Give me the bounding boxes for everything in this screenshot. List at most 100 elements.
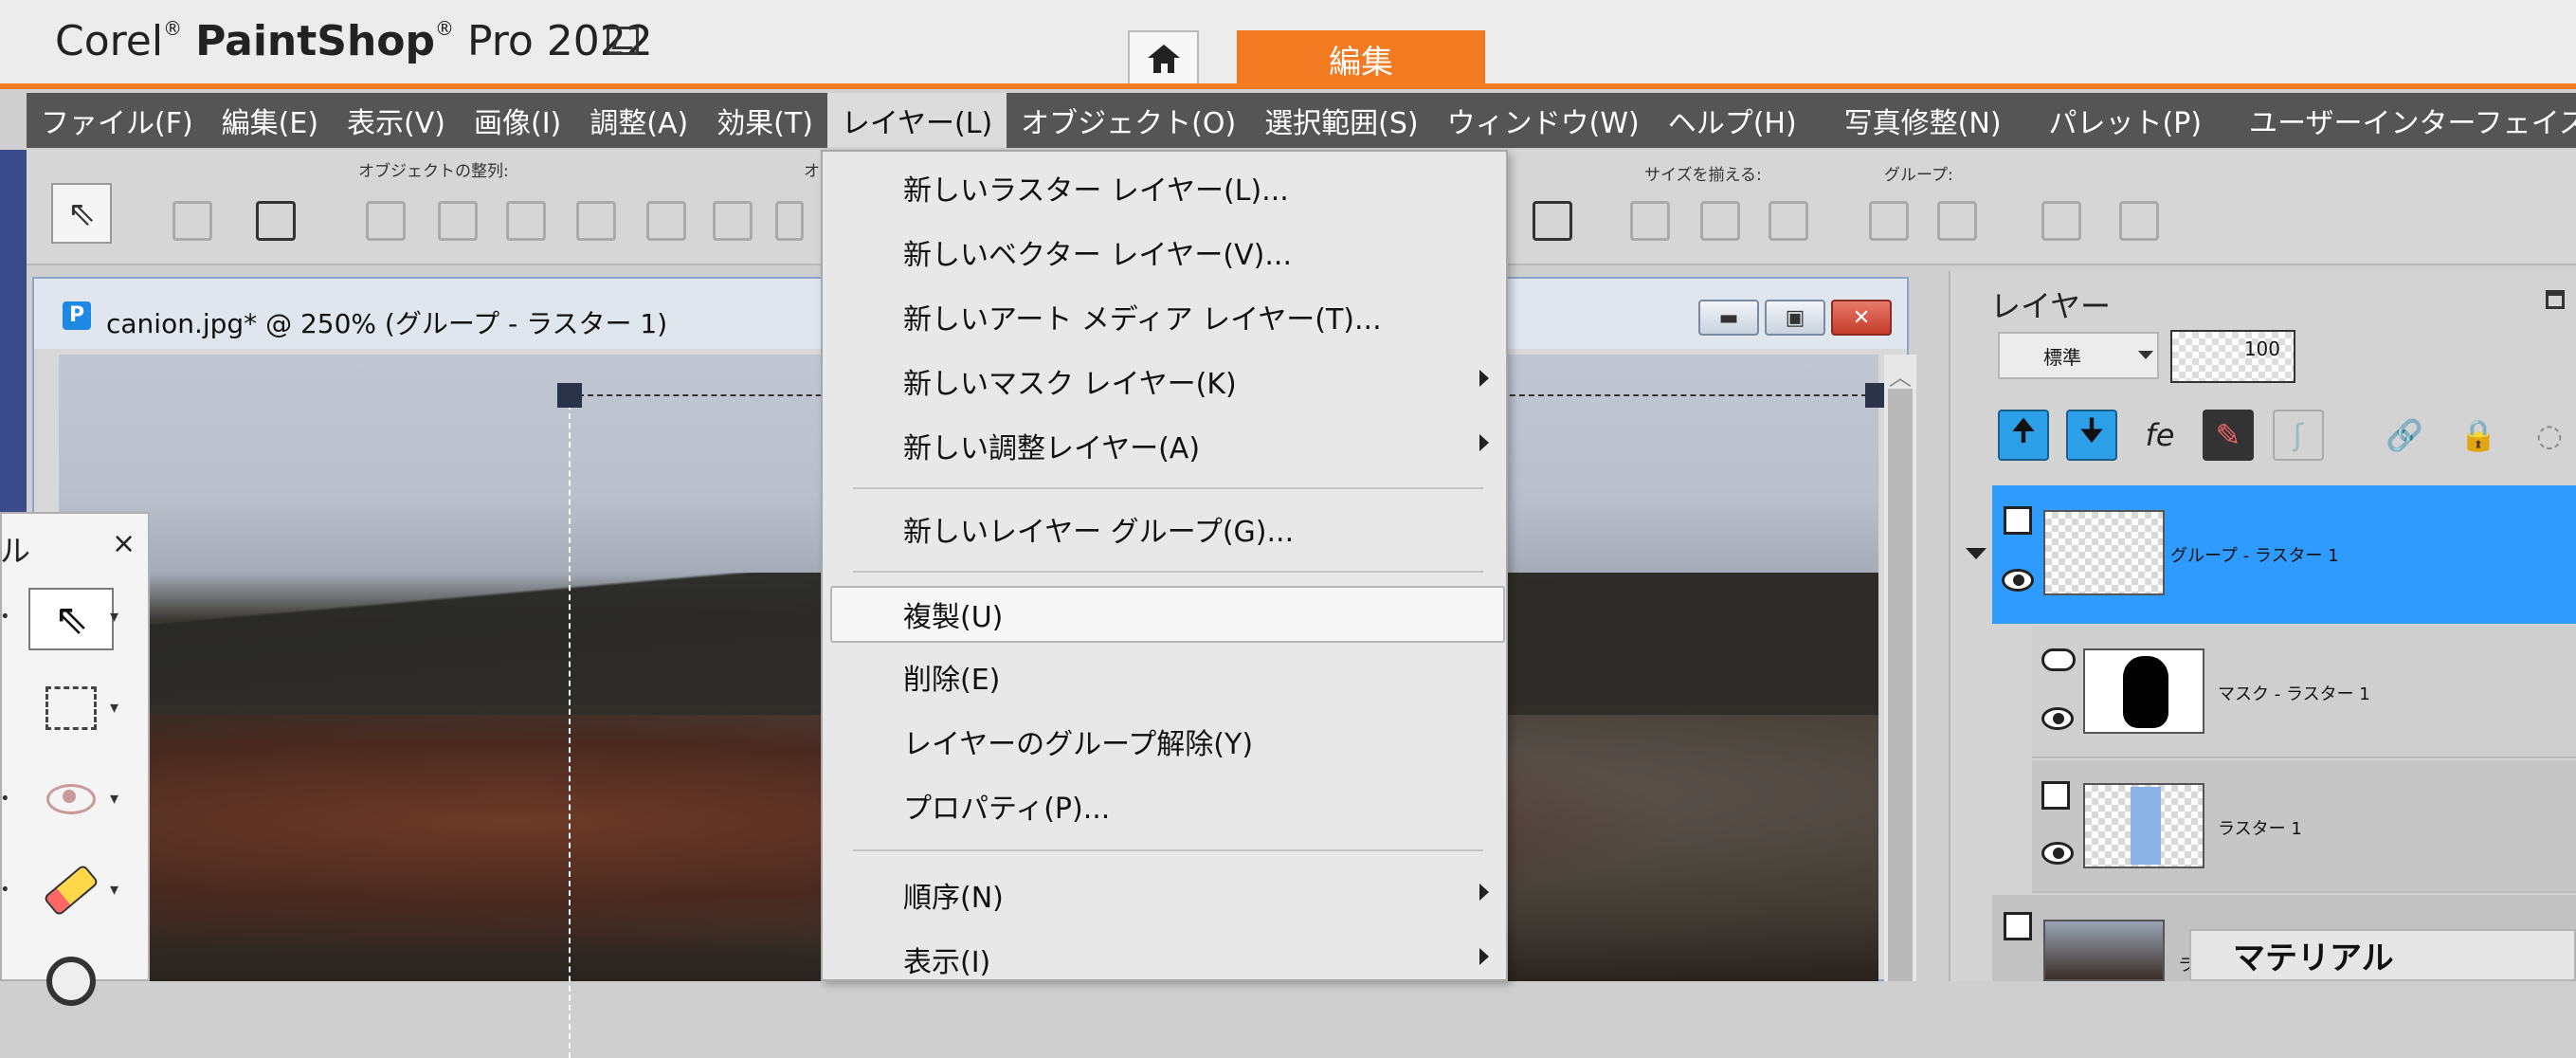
- selection-handle[interactable]: [557, 383, 582, 408]
- rotate-icon[interactable]: [172, 201, 212, 241]
- layer-row-mask[interactable]: マスク - ラスター 1: [2032, 626, 2576, 758]
- tools-panel-title: ル: [0, 533, 31, 569]
- submenu-arrow-icon: [1479, 370, 1489, 387]
- image-icon: [607, 27, 639, 55]
- fx-button[interactable]: fe: [2134, 410, 2186, 461]
- document-icon[interactable]: [2119, 201, 2159, 241]
- menu-image[interactable]: 画像(I): [460, 93, 575, 148]
- align-bottom-icon[interactable]: [438, 201, 478, 241]
- blend-mode-select[interactable]: 標準: [1998, 332, 2159, 379]
- link-script-button[interactable]: ʃ: [2273, 410, 2324, 461]
- menu-effects[interactable]: 効果(T): [702, 93, 827, 148]
- menu-layers[interactable]: レイヤー(L): [826, 93, 1007, 148]
- same-width-icon[interactable]: [1630, 201, 1670, 241]
- tool-flyout-icon[interactable]: ▾: [110, 880, 118, 900]
- maximize-button[interactable]: ▣: [1765, 300, 1825, 336]
- layer-row-raster[interactable]: ラスター 1: [2032, 760, 2576, 893]
- brush-tool[interactable]: [28, 950, 114, 1012]
- link-layer-button[interactable]: 🔗: [2379, 410, 2430, 461]
- tools-close-button[interactable]: ×: [112, 527, 136, 560]
- home-tab[interactable]: [1128, 30, 1199, 85]
- menu-item-new-layer-group[interactable]: 新しいレイヤー グループ(G)...: [823, 501, 1506, 557]
- tool-flyout-icon[interactable]: ▾: [110, 607, 118, 627]
- move-layer-up-button[interactable]: 🠉: [1998, 410, 2049, 461]
- menu-item-arrange[interactable]: 順序(N): [823, 866, 1506, 923]
- arrow-down-icon: 🠋: [2078, 412, 2105, 448]
- menu-item-delete[interactable]: 削除(E): [823, 648, 1506, 705]
- materials-panel-title: マテリアル: [2189, 929, 2576, 981]
- maximize-panel-icon[interactable]: [2546, 290, 2565, 309]
- visibility-eye-icon[interactable]: [2041, 842, 2074, 865]
- align-left-icon[interactable]: [506, 201, 546, 241]
- menu-item-ungroup-layers[interactable]: レイヤーのグループ解除(Y): [823, 713, 1506, 770]
- menu-photo-fix[interactable]: 写真修整(N): [1830, 93, 2016, 148]
- tool-flyout-icon[interactable]: ▾: [110, 698, 118, 718]
- raster-layer-icon: [2004, 912, 2032, 940]
- expand-group-icon[interactable]: [1966, 548, 1986, 559]
- more-tools-button[interactable]: ◌: [2531, 410, 2568, 461]
- menu-item-new-adjustment-layer[interactable]: 新しい調整レイヤー(A): [823, 417, 1506, 474]
- lock-layer-button[interactable]: 🔒: [2453, 410, 2504, 461]
- move-layer-down-button[interactable]: 🠋: [2066, 410, 2117, 461]
- ungroup-icon[interactable]: [1937, 201, 1977, 241]
- menu-item-new-mask-layer[interactable]: 新しいマスク レイヤー(K): [823, 353, 1506, 410]
- menu-item-duplicate[interactable]: 複製(U): [830, 586, 1505, 643]
- menu-selections[interactable]: 選択範囲(S): [1250, 93, 1432, 148]
- menu-edit[interactable]: 編集(E): [208, 93, 333, 148]
- menu-adjust[interactable]: 調整(A): [575, 93, 702, 148]
- arrow-up-icon: 🠉: [2010, 412, 2037, 448]
- selection-tool[interactable]: [28, 677, 114, 739]
- tool-flyout-icon[interactable]: ▾: [110, 789, 118, 809]
- paintshop-doc-icon: P: [63, 301, 91, 330]
- lock-icon: 🔒: [2459, 417, 2497, 453]
- menu-separator: [853, 849, 1483, 851]
- tab-edit[interactable]: 編集: [1237, 30, 1485, 87]
- scroll-up-icon[interactable]: ︿: [1884, 358, 1916, 391]
- close-button[interactable]: ✕: [1831, 300, 1892, 336]
- same-height-icon[interactable]: [1700, 201, 1740, 241]
- convert-icon[interactable]: [2041, 201, 2081, 241]
- menu-item-view[interactable]: 表示(I): [823, 931, 1506, 988]
- submenu-arrow-icon: [1479, 948, 1489, 965]
- group-icon[interactable]: [1869, 201, 1909, 241]
- tool-flyout-left-icon[interactable]: •: [0, 607, 10, 627]
- eraser-tool[interactable]: [28, 859, 114, 921]
- menu-file[interactable]: ファイル(F): [27, 93, 208, 148]
- transform-icon[interactable]: [256, 201, 296, 241]
- edit-layer-button[interactable]: ✎: [2203, 410, 2254, 461]
- align-right-icon[interactable]: [576, 201, 616, 241]
- pick-tool[interactable]: ⇖: [28, 588, 114, 650]
- visibility-eye-icon[interactable]: [2041, 707, 2074, 730]
- tool-flyout-left-icon[interactable]: •: [0, 789, 10, 809]
- layer-row-group[interactable]: グループ - ラスター 1: [1992, 485, 2576, 624]
- menu-help[interactable]: ヘルプ(H): [1654, 93, 1811, 148]
- scrollbar-thumb[interactable]: [1888, 389, 1913, 981]
- menu-item-new-vector-layer[interactable]: 新しいベクター レイヤー(V)...: [823, 224, 1506, 281]
- selection-handle[interactable]: [1865, 383, 1886, 408]
- menu-palettes[interactable]: パレット(P): [2035, 93, 2217, 148]
- same-size-icon[interactable]: [1769, 201, 1808, 241]
- menu-objects[interactable]: オブジェクト(O): [1007, 93, 1250, 148]
- visibility-eye-icon[interactable]: [2002, 569, 2034, 592]
- pick-tool-button[interactable]: ⇖: [51, 183, 112, 244]
- tool-flyout-left-icon[interactable]: •: [0, 880, 10, 900]
- menu-item-new-raster-layer[interactable]: 新しいラスター レイヤー(L)...: [823, 159, 1506, 216]
- align-horizontal-center-icon[interactable]: [646, 201, 686, 241]
- align-top-icon[interactable]: [366, 201, 406, 241]
- menu-item-new-art-media-layer[interactable]: 新しいアート メディア レイヤー(T)...: [823, 288, 1506, 345]
- menu-window[interactable]: ウィンドウ(W): [1433, 93, 1654, 148]
- menu-view[interactable]: 表示(V): [333, 93, 460, 148]
- menu-item-properties[interactable]: プロパティ(P)...: [823, 777, 1506, 834]
- red-eye-tool[interactable]: [28, 768, 114, 830]
- opacity-field[interactable]: 100: [2170, 330, 2295, 383]
- group-layer-icon: [2004, 506, 2032, 535]
- minimize-button[interactable]: ▬: [1698, 300, 1759, 336]
- align-label: オブジェクトの整列:: [358, 162, 509, 181]
- align-more-icon[interactable]: [775, 201, 804, 241]
- layer-name: グループ - ラスター 1: [2170, 546, 2339, 566]
- distribute-icon[interactable]: [1533, 201, 1572, 241]
- align-vertical-center-icon[interactable]: [713, 201, 753, 241]
- maximize-icon: ▣: [1785, 305, 1805, 330]
- menu-user-interface[interactable]: ユーザーインターフェイス(U): [2235, 93, 2576, 148]
- layer-thumbnail: [2043, 510, 2165, 595]
